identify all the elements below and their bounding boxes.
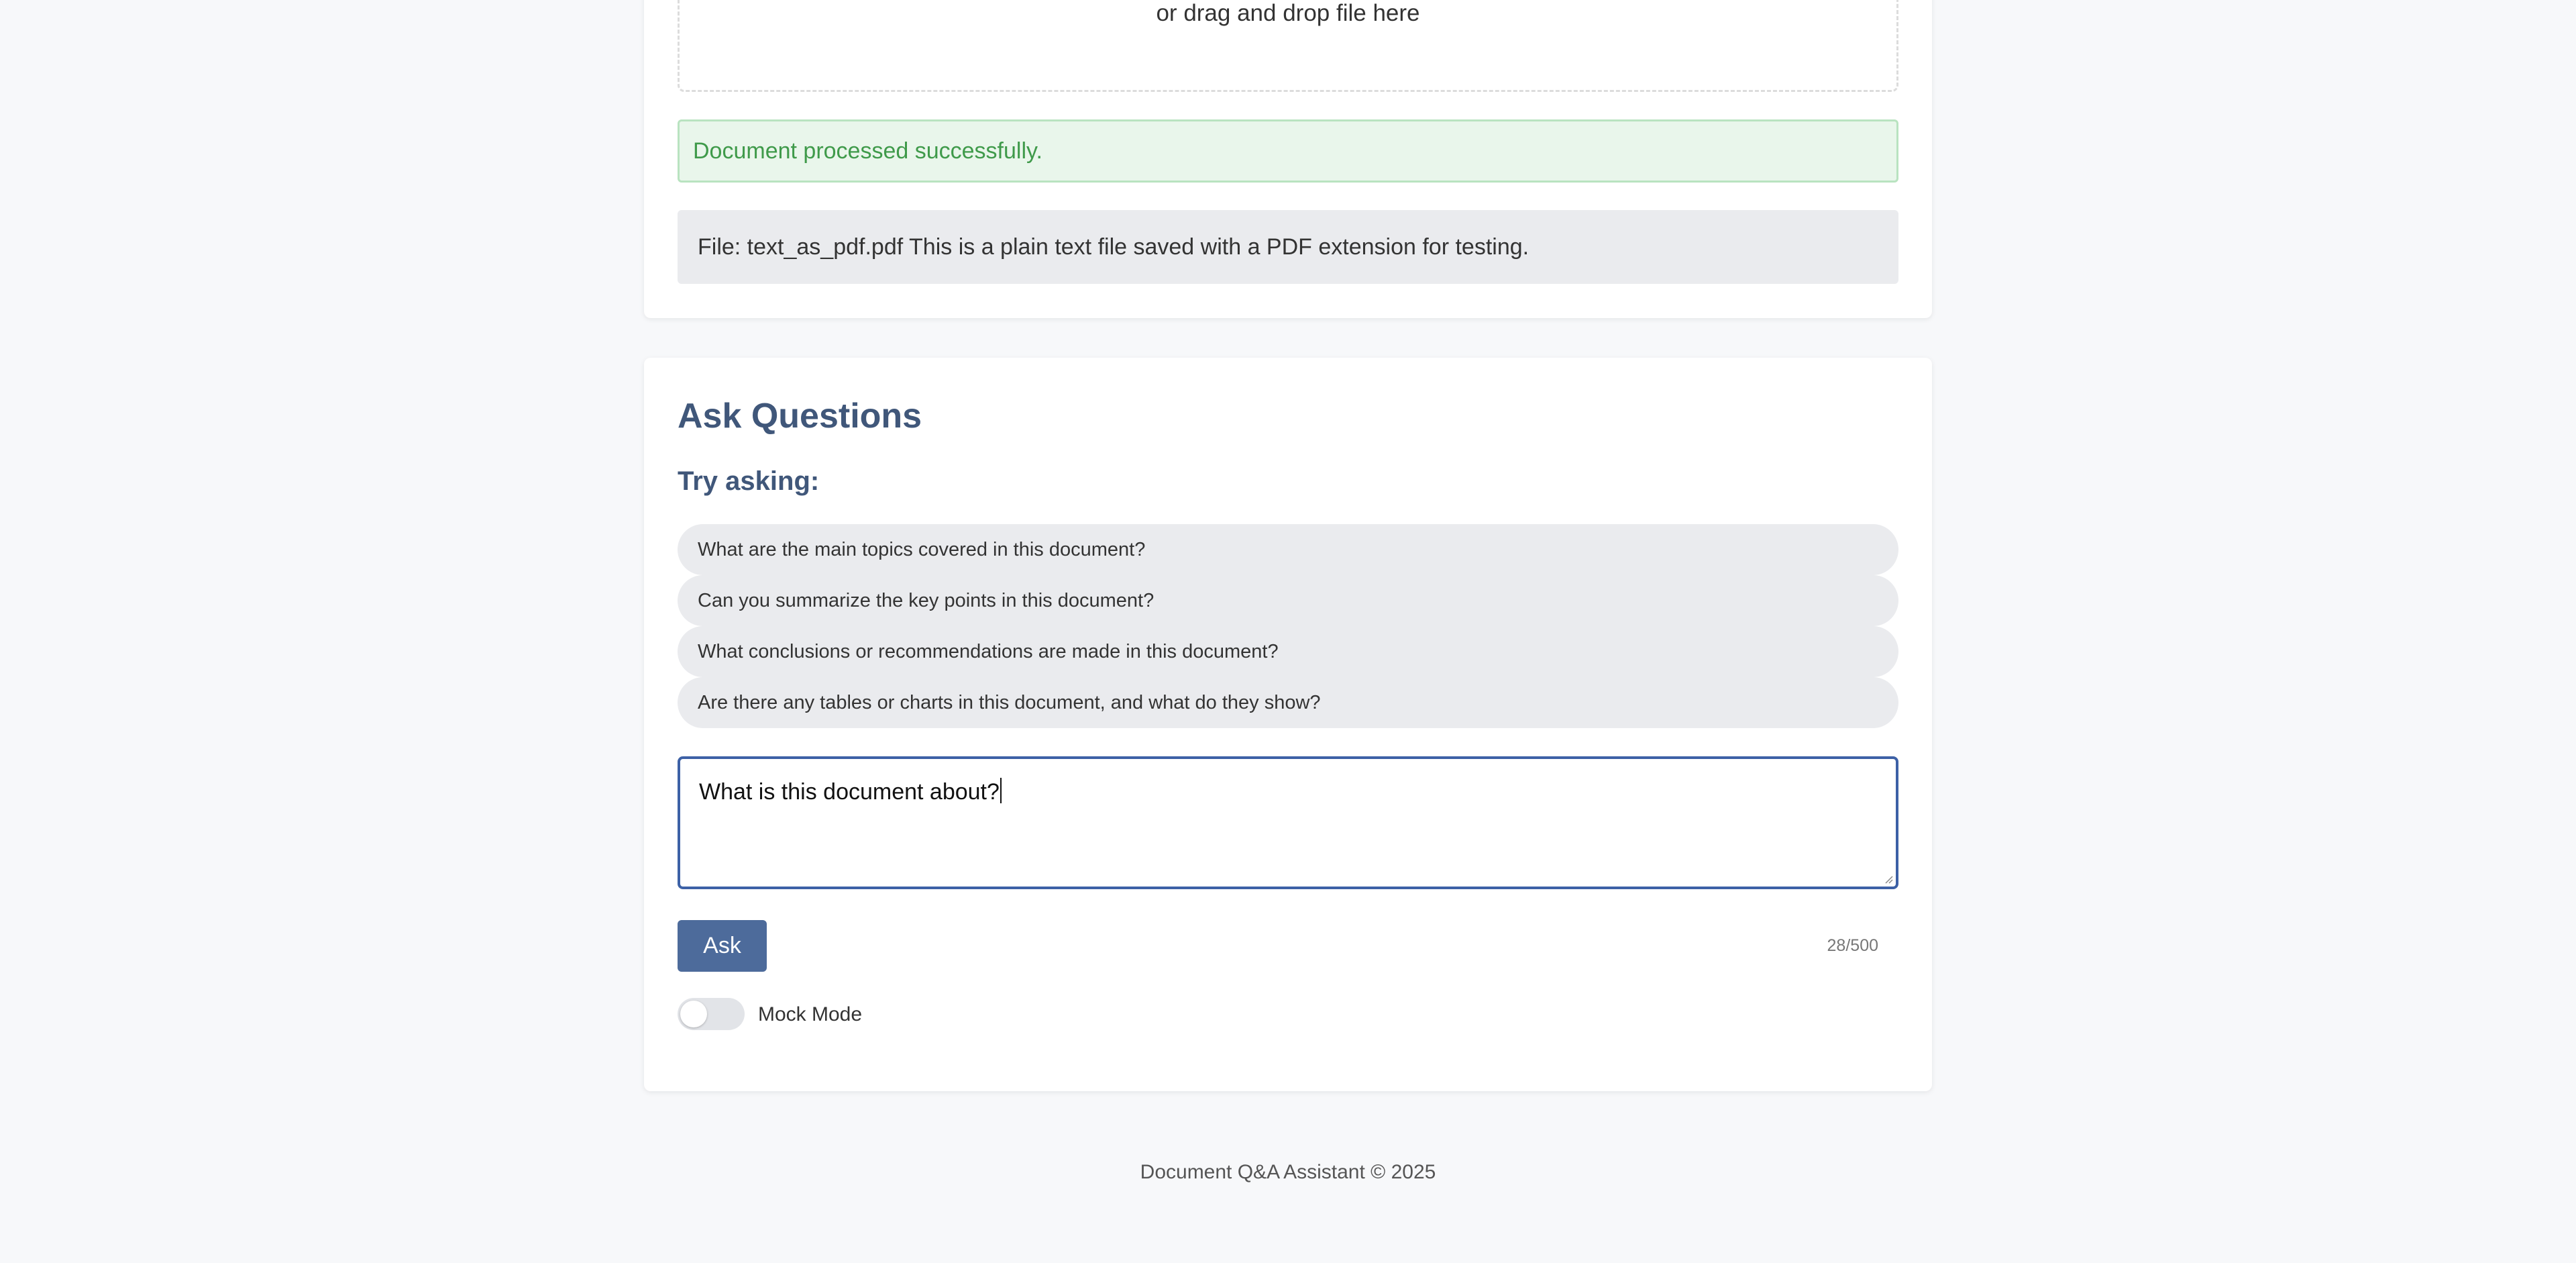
upload-card: or drag and drop file here Document proc… — [644, 0, 1932, 318]
suggestion-item[interactable]: What conclusions or recommendations are … — [678, 626, 1898, 677]
mock-mode-toggle[interactable] — [678, 998, 745, 1030]
section-title: Ask Questions — [678, 397, 922, 436]
page: or drag and drop file here Document proc… — [0, 0, 2576, 1263]
ask-questions-card: Ask Questions Try asking: What are the m… — [644, 358, 1932, 1091]
dropzone-text: or drag and drop file here — [1156, 0, 1420, 26]
file-info: File: text_as_pdf.pdf This is a plain te… — [678, 210, 1898, 284]
suggestion-item[interactable]: Can you summarize the key points in this… — [678, 575, 1898, 626]
mock-mode-label: Mock Mode — [758, 1003, 863, 1025]
text-caret — [1000, 778, 1002, 803]
suggestion-item[interactable]: Are there any tables or charts in this d… — [678, 677, 1898, 728]
suggestion-list: What are the main topics covered in this… — [678, 524, 1898, 728]
try-asking-heading: Try asking: — [678, 466, 820, 496]
toggle-knob — [680, 1001, 707, 1027]
footer-text: Document Q&A Assistant © 2025 — [1140, 1161, 1436, 1183]
ask-button[interactable]: Ask — [678, 920, 767, 972]
resize-handle-icon[interactable] — [1882, 873, 1893, 884]
suggestion-item[interactable]: What are the main topics covered in this… — [678, 524, 1898, 575]
file-dropzone[interactable]: or drag and drop file here — [678, 0, 1898, 92]
question-text: What is this document about? — [699, 779, 1000, 805]
question-input[interactable]: What is this document about? — [678, 756, 1898, 889]
success-alert: Document processed successfully. — [678, 119, 1898, 183]
character-count: 28/500 — [1827, 936, 1878, 955]
